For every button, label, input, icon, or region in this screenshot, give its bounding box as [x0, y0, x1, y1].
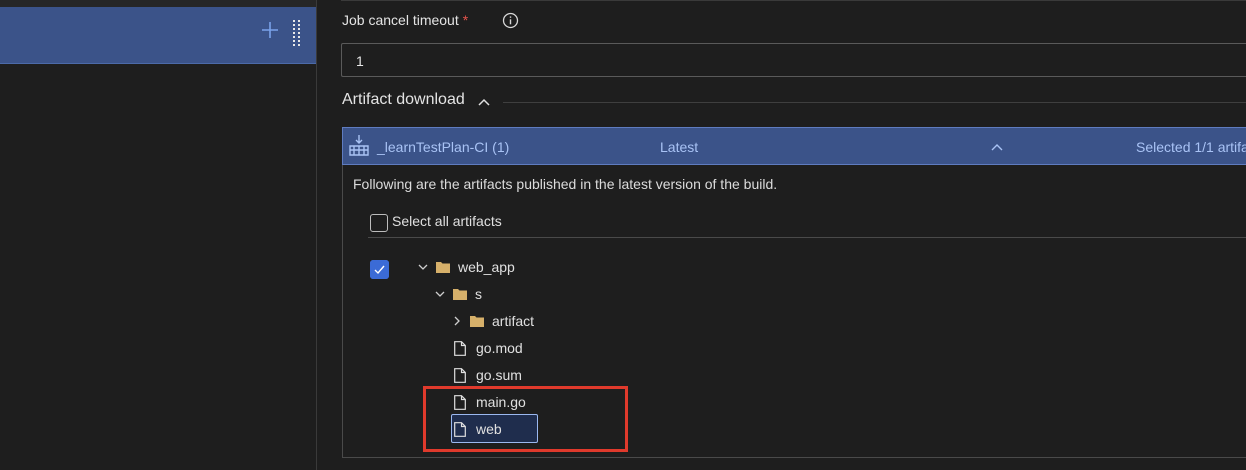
select-all-divider [368, 237, 1246, 238]
job-cancel-timeout-label: Job cancel timeout * [342, 12, 468, 28]
section-divider [503, 102, 1246, 103]
build-artifact-icon [349, 135, 369, 156]
chevron-down-icon[interactable] [435, 289, 445, 299]
left-panel-top [0, 0, 316, 7]
tree-item-go-mod[interactable]: go.mod [454, 337, 523, 359]
file-icon [454, 340, 466, 356]
select-all-checkbox[interactable] [370, 214, 388, 232]
build-version: Latest [660, 139, 699, 155]
timeout-label-text: Job cancel timeout [342, 12, 459, 28]
tree-label: go.sum [476, 367, 522, 383]
tree-label: artifact [492, 313, 535, 329]
required-marker: * [462, 12, 469, 28]
select-all-label[interactable]: Select all artifacts [392, 213, 502, 229]
folder-icon [436, 262, 450, 273]
chevron-down-icon[interactable] [418, 262, 428, 272]
folder-icon [453, 289, 467, 300]
plus-icon[interactable] [260, 20, 280, 40]
top-divider [341, 0, 1246, 1]
tree-item-artifact[interactable]: artifact [452, 310, 534, 332]
folder-icon [470, 316, 484, 327]
job-cancel-timeout-input[interactable]: 1 [341, 43, 1246, 77]
chevron-up-icon[interactable] [477, 95, 491, 109]
drag-handle-icon[interactable] [293, 20, 301, 48]
selection-status: Selected 1/1 artifa [1136, 139, 1246, 155]
info-icon[interactable] [502, 12, 519, 29]
artifact-description: Following are the artifacts published in… [353, 176, 778, 192]
timeout-value: 1 [356, 53, 364, 69]
tree-item-s[interactable]: s [435, 283, 482, 305]
chevron-up-icon[interactable] [990, 141, 1004, 153]
tree-item-go-sum[interactable]: go.sum [454, 364, 522, 386]
panel-divider[interactable] [316, 0, 317, 470]
highlight-annotation [423, 386, 628, 452]
tree-label: web_app [458, 259, 515, 275]
artifact-download-title: Artifact download [342, 91, 465, 108]
file-icon [454, 367, 466, 383]
web-app-checkbox[interactable] [370, 260, 389, 279]
tree-item-web-app[interactable]: web_app [418, 256, 515, 278]
tree-label: go.mod [476, 340, 523, 356]
chevron-right-icon[interactable] [452, 316, 462, 326]
build-name[interactable]: _learnTestPlan-CI (1) [377, 139, 509, 155]
tree-label: s [475, 286, 482, 302]
